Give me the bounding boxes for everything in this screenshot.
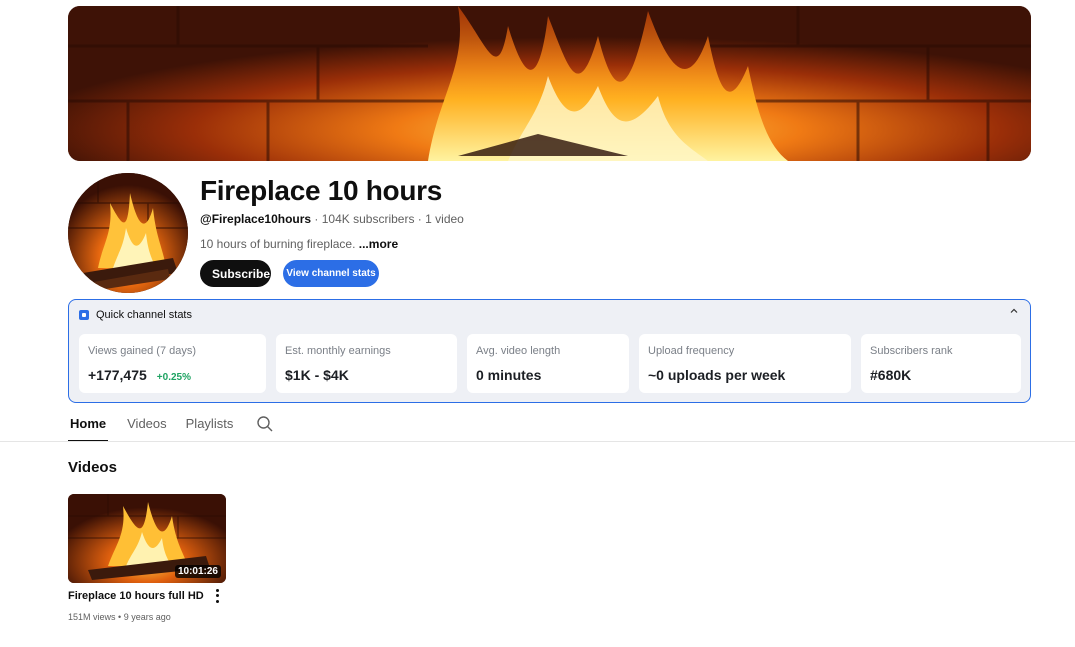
stat-card-monthly-earnings: Est. monthly earnings $1K - $4K [276,334,457,393]
more-vert-icon[interactable] [211,588,223,604]
video-meta: 151M views • 9 years ago [68,612,171,622]
video-title[interactable]: Fireplace 10 hours full HD [68,590,204,602]
stat-label: Views gained (7 days) [88,345,197,357]
description-text: 10 hours of burning fireplace. [200,237,359,251]
view-channel-stats-button[interactable]: View channel stats [283,260,379,287]
channel-description[interactable]: 10 hours of burning fireplace. ...more [200,237,398,251]
stat-value: ~0 uploads per week [648,367,786,383]
meta-separator: • [115,612,124,622]
video-views: 151M views [68,612,116,622]
channel-meta: @Fireplace10hours · 104K subscribers · 1… [200,212,464,226]
chevron-up-icon[interactable] [1008,306,1020,318]
banner-fire-image [68,6,1031,161]
meta-separator: · [414,212,426,226]
stat-card-upload-frequency: Upload frequency ~0 uploads per week [639,334,851,393]
videos-section-title: Videos [68,459,117,476]
stat-value: #680K [870,367,912,383]
avatar-fire-image [68,173,188,293]
channel-banner [68,6,1031,161]
search-icon[interactable] [256,415,274,433]
video-duration: 10:01:26 [174,565,221,578]
tab-videos[interactable]: Videos [127,414,167,442]
stats-header: Quick channel stats [79,308,192,322]
stat-value: +177,475 +0.25% [88,367,191,383]
meta-separator: · [311,212,322,226]
subscribe-button[interactable]: Subscribe [200,260,271,287]
video-count: 1 video [425,212,464,226]
stat-label: Subscribers rank [870,345,953,357]
stat-label: Upload frequency [648,345,735,357]
stats-title: Quick channel stats [96,309,192,321]
channel-name: Fireplace 10 hours [200,175,443,206]
tabs-divider [0,441,1075,442]
tab-home[interactable]: Home [68,414,109,442]
video-age: 9 years ago [123,612,171,622]
stat-card-avg-video-length: Avg. video length 0 minutes [467,334,629,393]
stat-card-views-gained: Views gained (7 days) +177,475 +0.25% [79,334,266,393]
quick-channel-stats-panel: Quick channel stats Views gained (7 days… [68,299,1031,403]
channel-handle: @Fireplace10hours [200,212,312,226]
stats-logo-icon [79,310,89,320]
subscriber-count: 104K subscribers [321,212,415,226]
more-link[interactable]: ...more [359,237,398,251]
stat-value: $1K - $4K [285,367,349,383]
stat-label: Avg. video length [476,345,561,357]
stat-value-text: +177,475 [88,367,147,383]
stat-card-subscribers-rank: Subscribers rank #680K [861,334,1021,393]
stat-value: 0 minutes [476,367,542,383]
stat-delta: +0.25% [156,372,191,383]
video-thumbnail[interactable]: 10:01:26 [68,494,226,583]
stat-label: Est. monthly earnings [285,345,391,357]
channel-avatar[interactable] [68,173,188,293]
tab-playlists[interactable]: Playlists [186,414,234,442]
channel-tabs: Home Videos Playlists [68,414,274,442]
